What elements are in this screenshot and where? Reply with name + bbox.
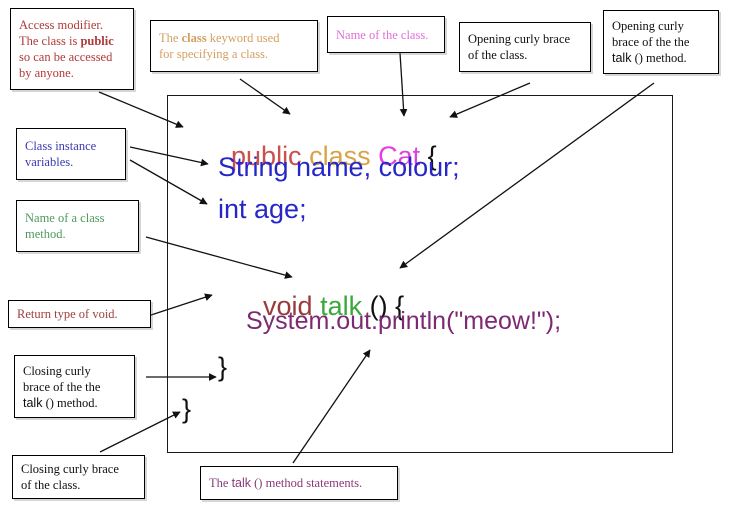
callout-method-name: Name of a class method. (16, 200, 139, 252)
callout-opening-brace-class-text: Opening curly brace of the class. (468, 31, 583, 63)
callout-method-name-text: Name of a class method. (25, 210, 131, 242)
method-name-line2: method. (25, 227, 66, 241)
callout-class-keyword: The class keyword used for specifying a … (150, 20, 318, 72)
callout-method-statements: The talk () method statements. (200, 466, 398, 500)
code-line-method-body: System.out.println("meow!"); (246, 307, 562, 335)
class-keyword-bold: class (181, 31, 207, 45)
figure-canvas: public class Cat { String name, colour; … (0, 0, 730, 518)
opening-brace-method-line2: brace of the the (612, 35, 690, 49)
callout-instance-variables-text: Class instance variables. (25, 138, 118, 170)
class-keyword-pre: The (159, 31, 182, 45)
callout-access-modifier-text: Access modifier. The class is public so … (19, 17, 126, 81)
method-name-line1: Name of a class (25, 211, 105, 225)
access-modifier-line2-bold: public (80, 34, 114, 48)
closing-brace-class-line2: of the class. (21, 478, 81, 492)
access-modifier-line4: by anyone. (19, 66, 74, 80)
opening-brace-class-line2: of the class. (468, 48, 528, 62)
callout-class-name: Name of the class. (327, 16, 445, 53)
callout-access-modifier: Access modifier. The class is public so … (10, 8, 134, 90)
callout-opening-brace-method-text: Opening curly brace of the the talk () m… (612, 18, 711, 66)
callout-closing-brace-method: Closing curly brace of the the talk () m… (14, 355, 135, 418)
instance-variables-line2: variables. (25, 155, 74, 169)
opening-brace-class-line1: Opening curly brace (468, 32, 571, 46)
code-frame: public class Cat { String name, colour; … (167, 95, 673, 453)
callout-opening-brace-method: Opening curly brace of the the talk () m… (603, 10, 719, 74)
callout-opening-brace-class: Opening curly brace of the class. (459, 22, 591, 72)
callout-class-name-text: Name of the class. (336, 27, 429, 42)
instance-variables-line1: Class instance (25, 139, 97, 153)
closing-brace-class-line1: Closing curly brace (21, 462, 119, 476)
method-statements-mid: talk (231, 476, 252, 490)
method-statements-pre: The (209, 476, 232, 490)
code-line-field-int: int age; (218, 194, 307, 224)
closing-brace-method-line2: brace of the the (23, 379, 101, 394)
access-modifier-line2-pre: The class is (19, 34, 81, 48)
access-modifier-line3: so can be accessed (19, 50, 113, 64)
opening-brace-method-line3-pre: talk (612, 51, 632, 65)
closing-brace-method-line3-pre: talk (23, 395, 43, 410)
callout-return-type-text: Return type of void. (17, 307, 118, 321)
callout-class-keyword-text: The class keyword used for specifying a … (159, 30, 310, 62)
callout-closing-brace-method-text: Closing curly brace of the the talk () m… (23, 363, 127, 411)
callout-closing-brace-class: Closing curly brace of the class. (12, 455, 145, 499)
callout-closing-brace-class-text: Closing curly brace of the class. (21, 461, 137, 493)
class-keyword-post: keyword used (206, 31, 280, 45)
closing-brace-method-line3-post: () method. (42, 395, 98, 410)
callout-instance-variables: Class instance variables. (16, 128, 126, 180)
code-line-field-string: String name, colour; (218, 152, 460, 182)
access-modifier-line1: Access modifier. (19, 18, 104, 32)
opening-brace-method-line1: Opening curly (612, 19, 684, 33)
method-statements-post: () method statements. (251, 476, 363, 490)
code-line-method-closing-brace: } (218, 352, 228, 382)
closing-brace-method-line1: Closing curly (23, 363, 91, 378)
class-keyword-line2: for specifying a class. (159, 47, 268, 61)
opening-brace-method-line3-post: () method. (631, 51, 687, 65)
callout-method-statements-text: The talk () method statements. (209, 475, 390, 491)
callout-return-type: Return type of void. (8, 300, 151, 328)
code-line-class-closing-brace: } (182, 394, 192, 424)
